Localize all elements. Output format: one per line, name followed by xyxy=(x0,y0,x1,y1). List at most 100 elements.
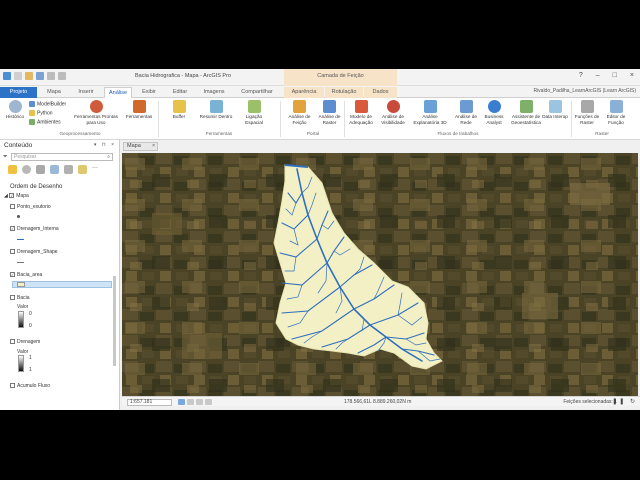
tab-compartilhar[interactable]: Compartilhar xyxy=(234,87,280,98)
drawing-order-heading: Ordem de Desenho xyxy=(10,184,63,190)
grid-icon[interactable] xyxy=(178,399,185,405)
more-icon[interactable]: ··· xyxy=(92,165,101,174)
search-icon[interactable]: ⌕ xyxy=(107,154,110,160)
refresh-icon[interactable] xyxy=(205,399,212,405)
layer-ponto-exutorio[interactable]: Ponto_exutorio xyxy=(10,204,51,210)
ferramentas-prontas-button[interactable]: Ferramentas Prontas para Uso xyxy=(70,100,122,125)
layer-visibility-checkbox[interactable] xyxy=(10,249,15,255)
point-symbol[interactable] xyxy=(17,215,20,218)
raster-functions-icon xyxy=(580,100,594,113)
snap-icon[interactable] xyxy=(187,399,194,405)
layer-visibility-checkbox[interactable] xyxy=(10,204,15,210)
layer-drenagem-interna[interactable]: ✓ Drenagem_Interna xyxy=(10,226,59,232)
historico-button[interactable]: Histórico xyxy=(2,100,28,120)
arcgis-pro-window: Bacia Hidrografica - Mapa - ArcGIS Pro C… xyxy=(0,69,640,410)
ambientes-button[interactable]: Ambientes xyxy=(29,119,61,125)
ligacao-espacial-button[interactable]: Ligação Espacial xyxy=(237,100,271,125)
group-ferramentas: Ferramentas xyxy=(205,131,233,136)
close-icon[interactable]: × xyxy=(152,143,155,150)
tab-projeto[interactable]: Projeto xyxy=(0,87,37,98)
open-project-icon[interactable] xyxy=(25,72,33,80)
analise-rede-button[interactable]: Análise de Rede xyxy=(451,100,481,125)
labeling-icon[interactable] xyxy=(78,165,87,174)
minimize-button[interactable]: – xyxy=(596,72,600,79)
maximize-button[interactable]: □ xyxy=(613,72,617,79)
line-symbol[interactable] xyxy=(17,239,24,240)
tab-map-view[interactable]: Mapa × xyxy=(123,142,158,151)
bacia-legend-high: 0 xyxy=(29,311,32,317)
tab-exibir[interactable]: Exibir xyxy=(135,87,163,98)
search-input[interactable]: Pesquisar ⌕ xyxy=(11,153,113,161)
data-interop-button[interactable]: Data Interop xyxy=(541,100,569,120)
selection-icon[interactable] xyxy=(36,165,45,174)
tab-mapa[interactable]: Mapa xyxy=(40,87,68,98)
expand-icon[interactable]: ◢ xyxy=(4,193,8,199)
layer-drenagem[interactable]: Drenagem xyxy=(10,339,40,345)
analise-explanatoria-button[interactable]: Análise Explanatória 3D xyxy=(409,100,451,125)
contents-scrollbar[interactable] xyxy=(113,276,116,366)
buffer-button[interactable]: Buffer xyxy=(163,100,195,120)
layer-visibility-checkbox[interactable] xyxy=(10,295,15,301)
layer-acumulo-fluxo[interactable]: Acumulo Fluxo xyxy=(10,383,50,389)
map-view[interactable] xyxy=(122,153,638,396)
snapping-icon[interactable] xyxy=(64,165,73,174)
context-tab-header: Camada de Feição xyxy=(284,69,397,86)
draw-controls[interactable]: ❚❚ ↻ xyxy=(612,398,637,405)
layer-mapa[interactable]: ◢ ✓ Mapa xyxy=(4,193,29,199)
tab-aparencia[interactable]: Aparência xyxy=(284,87,324,98)
pane-controls[interactable]: ▾ ⊓ × xyxy=(94,142,116,148)
signed-in-user[interactable]: Rivaldo_Padilha_LearnArcGIS (Learn ArcGI… xyxy=(533,88,636,94)
help-icon[interactable]: ? xyxy=(579,72,583,79)
filter-icon[interactable]: ⏷ xyxy=(3,154,11,161)
data-interop-icon xyxy=(548,100,562,113)
funcoes-raster-button[interactable]: Funções de Raster xyxy=(573,100,601,125)
tab-editar[interactable]: Editar xyxy=(166,87,194,98)
layer-drenagem-shape[interactable]: Drenagem_Shape xyxy=(10,249,58,255)
analise-visibilidade-button[interactable]: Análise de Visibilidade xyxy=(377,100,409,125)
selected-symbol-row[interactable] xyxy=(12,281,112,288)
ribbon-separator xyxy=(571,101,572,137)
save-icon[interactable] xyxy=(36,72,44,80)
tab-imagens[interactable]: Imagens xyxy=(197,87,231,98)
business-analyst-button[interactable]: Business Analyst xyxy=(479,100,509,125)
line-symbol[interactable] xyxy=(17,262,24,263)
layer-visibility-checkbox[interactable] xyxy=(10,339,15,345)
editing-icon[interactable] xyxy=(50,165,59,174)
data-source-icon[interactable] xyxy=(22,165,31,174)
modelo-adequacao-button[interactable]: Modelo de Adequação xyxy=(345,100,377,125)
stretch-ramp[interactable] xyxy=(18,311,24,328)
redo-icon[interactable] xyxy=(58,72,66,80)
close-button[interactable]: × xyxy=(630,72,634,79)
undo-icon[interactable] xyxy=(47,72,55,80)
scale-input[interactable]: 1:657.181 xyxy=(127,399,172,406)
tab-dados[interactable]: Dados xyxy=(364,87,397,98)
tab-analise[interactable]: Análise xyxy=(104,87,132,98)
ferramentas-button[interactable]: Ferramentas xyxy=(122,100,156,120)
python-button[interactable]: Python xyxy=(29,110,53,116)
layer-bacia-area[interactable]: ✓ Bacia_area xyxy=(10,272,42,278)
summarize-within-icon xyxy=(209,100,223,113)
polygon-symbol[interactable] xyxy=(17,282,25,287)
layer-visibility-checkbox[interactable]: ✓ xyxy=(9,193,15,199)
analise-raster-button[interactable]: Análise de Raster xyxy=(314,100,345,125)
layer-visibility-checkbox[interactable]: ✓ xyxy=(10,272,15,278)
window-controls: ? – □ × xyxy=(579,72,634,79)
new-project-icon[interactable] xyxy=(14,72,22,80)
modelbuilder-button[interactable]: ModelBuilder xyxy=(29,101,66,107)
assistente-geoestatistica-button[interactable]: Assistente de Geoestatística xyxy=(507,100,545,125)
field-parcel xyxy=(522,293,558,319)
app-logo-icon xyxy=(3,72,11,80)
analise-feicao-button[interactable]: Análise de Feição xyxy=(284,100,315,125)
tab-inserir[interactable]: Inserir xyxy=(71,87,101,98)
drawing-order-icon[interactable] xyxy=(8,165,17,174)
tab-rotulacao[interactable]: Rotulação xyxy=(325,87,363,98)
layer-visibility-checkbox[interactable] xyxy=(10,383,15,389)
resumir-dentro-button[interactable]: Resumir Dentro xyxy=(199,100,233,120)
network-analysis-icon xyxy=(459,100,473,113)
map-canvas[interactable] xyxy=(122,153,638,396)
layer-visibility-checkbox[interactable]: ✓ xyxy=(10,226,15,232)
pause-icon[interactable] xyxy=(196,399,203,405)
editor-funcao-button[interactable]: Editor de Função xyxy=(601,100,631,125)
stretch-ramp[interactable] xyxy=(18,355,24,372)
layer-bacia[interactable]: Bacia xyxy=(10,295,30,301)
